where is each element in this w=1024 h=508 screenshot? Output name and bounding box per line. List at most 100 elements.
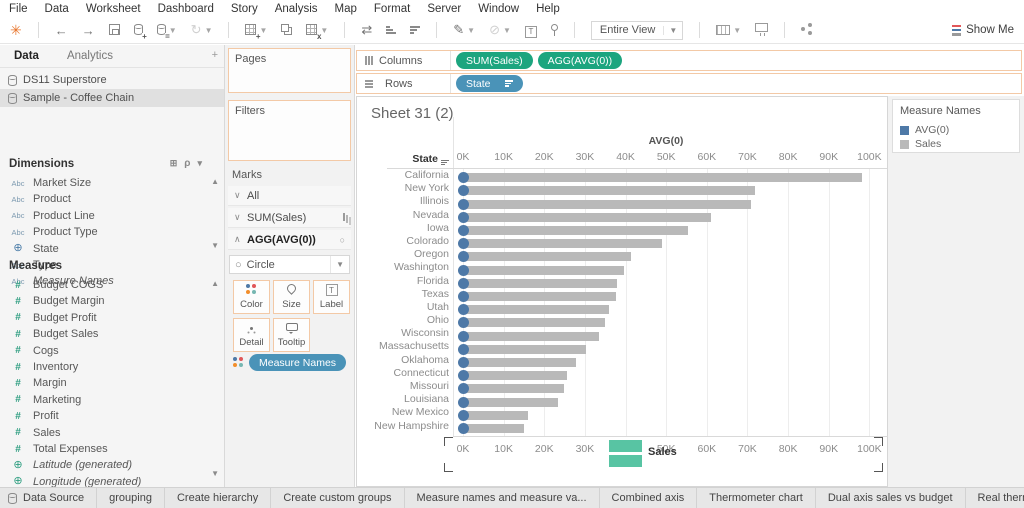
row-label[interactable]: Illinois bbox=[357, 195, 449, 208]
sort-fields-icon[interactable]: ▾ bbox=[197, 158, 202, 169]
pill-sum-sales-[interactable]: SUM(Sales) bbox=[456, 52, 533, 69]
pause-updates-icon[interactable]: = ▼ bbox=[156, 23, 177, 41]
show-cards-icon[interactable]: ▼ bbox=[716, 23, 741, 38]
fix-axes-icon[interactable] bbox=[550, 23, 558, 38]
circle-illinois[interactable] bbox=[457, 198, 469, 210]
circle-colorado[interactable] bbox=[457, 238, 469, 250]
chevron-down-icon[interactable]: ▼ bbox=[467, 26, 475, 35]
scroll-down-icon[interactable]: ▼ bbox=[211, 469, 219, 478]
mark-type-selector[interactable]: ○ Circle ▼ bbox=[229, 255, 350, 274]
measure-cogs[interactable]: # Cogs bbox=[0, 343, 206, 359]
circle-florida[interactable] bbox=[457, 277, 469, 289]
sheet-tab-real-thermometer-chart[interactable]: Real thermometer chart bbox=[966, 488, 1024, 508]
menu-item-worksheet[interactable]: Worksheet bbox=[86, 3, 141, 15]
sheet-tab-grouping[interactable]: grouping bbox=[97, 488, 165, 508]
measure-margin[interactable]: # Margin bbox=[0, 375, 206, 391]
pill-agg-avg-0-[interactable]: AGG(AVG(0)) bbox=[537, 52, 623, 69]
new-worksheet-icon[interactable]: + ▼ bbox=[245, 23, 267, 41]
circle-oklahoma[interactable] bbox=[457, 356, 469, 368]
legend-card[interactable]: Measure Names AVG(0) Sales bbox=[892, 99, 1020, 153]
chevron-icon[interactable]: ∧ bbox=[234, 234, 242, 245]
bar-oklahoma[interactable] bbox=[463, 357, 576, 367]
view-as-icon[interactable]: ⊞ bbox=[170, 158, 178, 169]
row-label[interactable]: Louisiana bbox=[357, 393, 449, 406]
bar-ohio[interactable] bbox=[463, 318, 605, 328]
plot-area[interactable] bbox=[453, 169, 889, 437]
redo-icon[interactable]: → bbox=[82, 23, 95, 38]
bar-nevada[interactable] bbox=[463, 212, 712, 222]
chevron-icon[interactable]: ∨ bbox=[234, 190, 242, 201]
fit-selector[interactable]: Entire View ▼ bbox=[590, 20, 684, 40]
row-label[interactable]: Utah bbox=[357, 301, 449, 314]
circle-new-mexico[interactable] bbox=[457, 409, 469, 421]
columns-shelf[interactable]: Columns SUM(Sales) AGG(AVG(0)) bbox=[356, 50, 1022, 71]
tab-analytics[interactable]: Analytics bbox=[53, 50, 127, 62]
row-label[interactable]: Colorado bbox=[357, 235, 449, 248]
row-label[interactable]: Florida bbox=[357, 275, 449, 288]
bar-iowa[interactable] bbox=[463, 225, 689, 235]
filters-shelf[interactable]: Filters bbox=[228, 100, 351, 161]
presentation-mode-icon[interactable] bbox=[755, 22, 769, 38]
circle-ohio[interactable] bbox=[457, 317, 469, 329]
marks-layer-all[interactable]: ∨ All bbox=[228, 186, 351, 206]
scroll-down-icon[interactable]: ▼ bbox=[211, 241, 219, 250]
marks-layer-agg-avg-0-[interactable]: ∧ AGG(AVG(0)) ○ bbox=[228, 230, 351, 250]
row-label[interactable]: Washington bbox=[357, 261, 449, 274]
circle-connecticut[interactable] bbox=[457, 370, 469, 382]
dimension-product[interactable]: Abc Product bbox=[0, 191, 206, 207]
chevron-down-icon[interactable]: ▼ bbox=[503, 26, 511, 35]
share-icon[interactable] bbox=[801, 23, 813, 38]
save-icon[interactable] bbox=[108, 23, 120, 38]
dimension-product-type[interactable]: Abc Product Type bbox=[0, 224, 206, 240]
menu-item-format[interactable]: Format bbox=[374, 3, 410, 15]
measure-budget-margin[interactable]: # Budget Margin bbox=[0, 293, 206, 309]
chevron-down-icon[interactable]: ▼ bbox=[320, 26, 328, 35]
menu-item-story[interactable]: Story bbox=[231, 3, 258, 15]
legend-item-avg-0-[interactable]: AVG(0) bbox=[900, 123, 1012, 137]
circle-washington[interactable] bbox=[457, 264, 469, 276]
sheet-tab-thermometer-chart[interactable]: Thermometer chart bbox=[697, 488, 816, 508]
row-label[interactable]: Oregon bbox=[357, 248, 449, 261]
circle-new-hampshire[interactable] bbox=[457, 422, 469, 434]
measure-total-expenses[interactable]: # Total Expenses bbox=[0, 441, 206, 457]
sheet-tab-dual-axis-sales-vs-budget[interactable]: Dual axis sales vs budget bbox=[816, 488, 966, 508]
menu-item-server[interactable]: Server bbox=[427, 3, 461, 15]
bar-florida[interactable] bbox=[463, 278, 618, 288]
bar-texas[interactable] bbox=[463, 291, 617, 301]
refresh-icon[interactable]: ↻ ▼ bbox=[191, 22, 213, 38]
circle-oregon[interactable] bbox=[457, 251, 469, 263]
mark-labels-icon[interactable]: T bbox=[524, 22, 537, 38]
marks-pill-measure-names[interactable]: Measure Names bbox=[249, 354, 347, 371]
measure-latitude-generated-[interactable]: ⊕ Latitude (generated) bbox=[0, 457, 206, 473]
label-button[interactable]: T Label bbox=[313, 280, 350, 314]
row-label[interactable]: Missouri bbox=[357, 380, 449, 393]
chevron-down-icon[interactable]: ▼ bbox=[205, 26, 213, 35]
bar-utah[interactable] bbox=[463, 305, 609, 315]
bar-oregon[interactable] bbox=[463, 252, 632, 262]
row-label[interactable]: Iowa bbox=[357, 222, 449, 235]
menu-item-dashboard[interactable]: Dashboard bbox=[158, 3, 214, 15]
sort-ascending-icon[interactable] bbox=[386, 26, 397, 34]
color-button[interactable]: Color bbox=[233, 280, 270, 314]
measure-inventory[interactable]: # Inventory bbox=[0, 359, 206, 375]
scroll-up-icon[interactable]: ▲ bbox=[211, 279, 219, 288]
highlight-icon[interactable]: ✎ ▼ bbox=[453, 22, 475, 38]
pane-options-icon[interactable]: + bbox=[212, 49, 218, 61]
circle-missouri[interactable] bbox=[457, 383, 469, 395]
bar-wisconsin[interactable] bbox=[463, 331, 600, 341]
detail-button[interactable]: Detail bbox=[233, 318, 270, 352]
data-source-item[interactable]: Sample - Coffee Chain bbox=[0, 89, 224, 107]
row-label[interactable]: New Hampshire bbox=[357, 420, 449, 433]
show-me-button[interactable]: Show Me bbox=[952, 24, 1014, 36]
duplicate-sheet-icon[interactable] bbox=[281, 23, 292, 38]
clear-sheet-icon[interactable]: x ▼ bbox=[306, 23, 328, 41]
chevron-down-icon[interactable]: ▼ bbox=[733, 26, 741, 35]
menu-item-help[interactable]: Help bbox=[536, 3, 560, 15]
tab-data[interactable]: Data bbox=[0, 50, 53, 62]
circle-texas[interactable] bbox=[457, 290, 469, 302]
tableau-logo-icon[interactable]: ✳ bbox=[10, 22, 22, 39]
bar-illinois[interactable] bbox=[463, 199, 751, 209]
circle-wisconsin[interactable] bbox=[457, 330, 469, 342]
row-label[interactable]: New Mexico bbox=[357, 406, 449, 419]
menu-item-data[interactable]: Data bbox=[45, 3, 69, 15]
